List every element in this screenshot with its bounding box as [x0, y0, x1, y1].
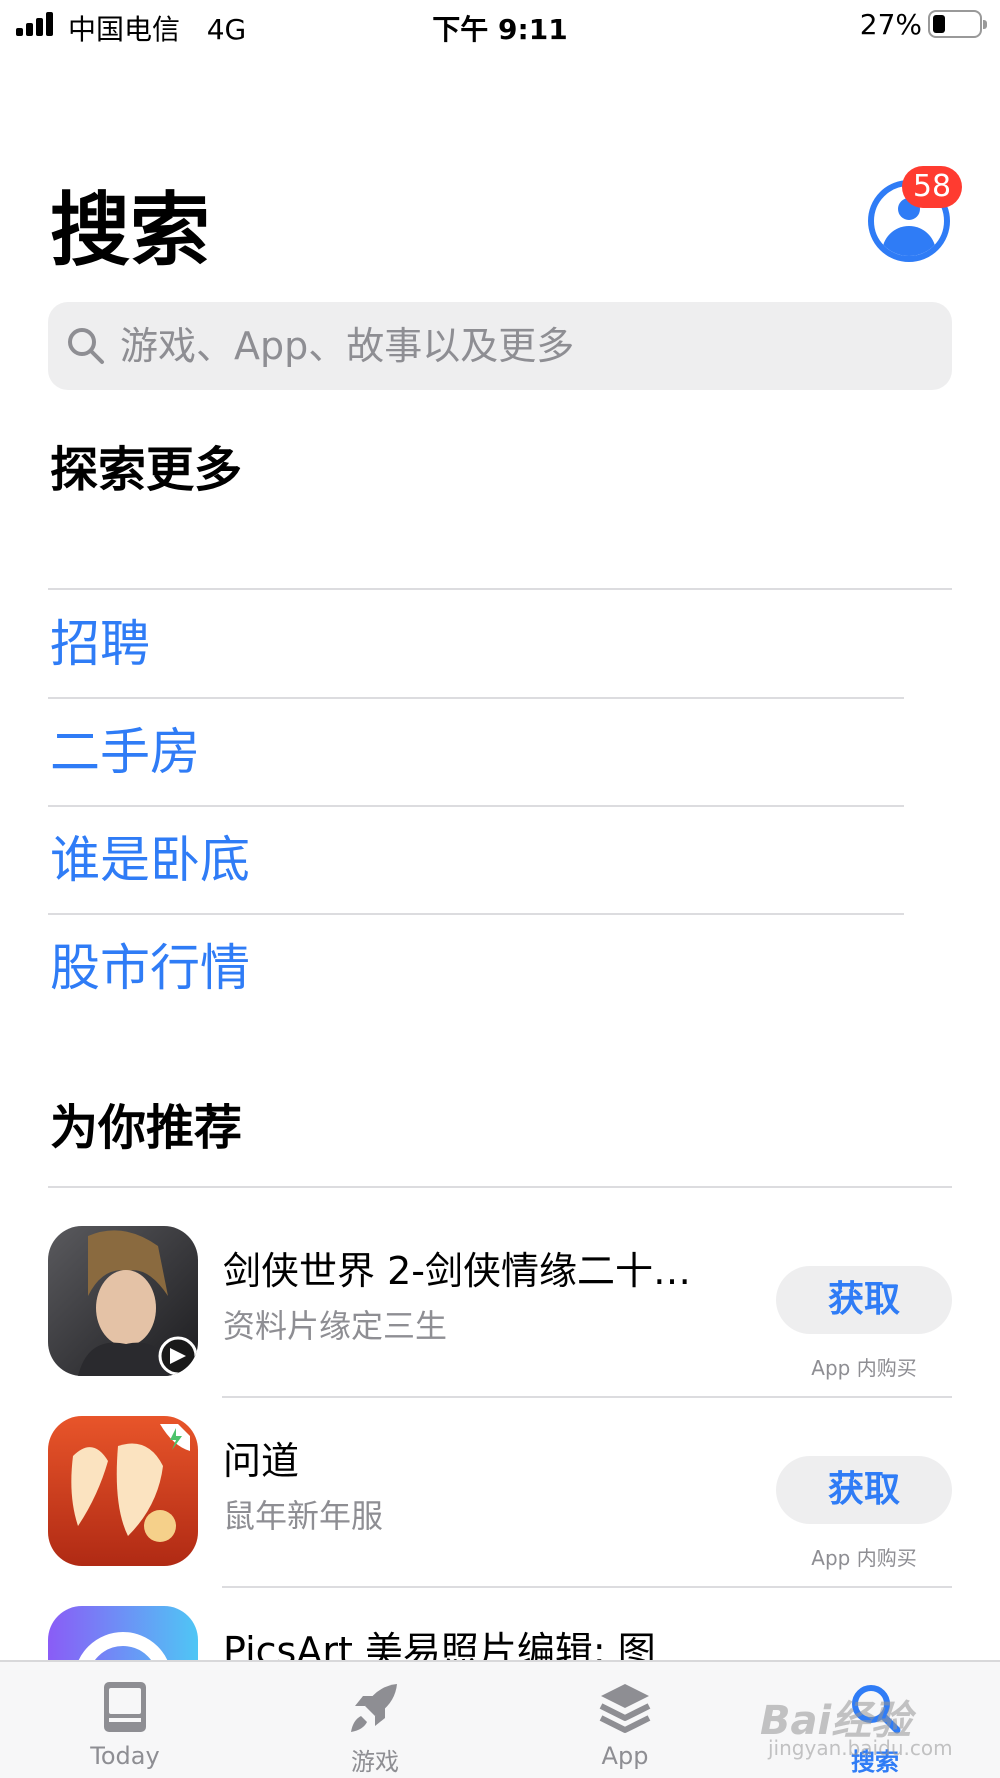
explore-item-label: 二手房 — [50, 723, 200, 781]
explore-item-housing[interactable]: 二手房 — [50, 698, 904, 804]
tab-games[interactable]: 游戏 — [250, 1662, 500, 1778]
app-row[interactable]: 问道 鼠年新年服 获取 App 内购买 — [48, 1416, 952, 1606]
section-title-explore: 探索更多 — [50, 442, 243, 498]
divider — [222, 1586, 952, 1588]
in-app-purchase-note: App 内购买 — [811, 1546, 917, 1570]
tab-label: Today — [90, 1742, 160, 1770]
search-icon — [68, 328, 104, 364]
app-subtitle: 资料片缘定三生 — [223, 1307, 448, 1345]
rocket-icon — [351, 1684, 397, 1732]
tab-label: App — [601, 1742, 649, 1770]
app-row[interactable]: 剑侠世界 2-剑侠情缘二十… 资料片缘定三生 获取 App 内购买 — [48, 1226, 952, 1416]
status-bar: 中国电信 4G 下午 9:11 27% — [0, 0, 1000, 50]
tab-label: 游戏 — [351, 1748, 399, 1776]
status-time: 下午 9:11 — [432, 13, 568, 46]
search-input[interactable] — [120, 302, 940, 390]
tab-today[interactable]: Today — [0, 1662, 250, 1778]
get-button[interactable]: 获取 — [776, 1456, 952, 1524]
today-icon — [104, 1682, 146, 1732]
picsart-icon[interactable] — [48, 1606, 198, 1660]
app-name: 问道 — [223, 1439, 300, 1483]
notification-badge: 58 — [902, 166, 962, 208]
divider — [222, 1396, 952, 1398]
watermark-url: jingyan.baidu.com — [768, 1736, 953, 1760]
explore-item-undercover[interactable]: 谁是卧底 — [50, 806, 904, 912]
explore-item-label: 招聘 — [50, 615, 150, 673]
divider — [48, 1186, 952, 1188]
app-subtitle: 鼠年新年服 — [223, 1497, 384, 1535]
app-name: 剑侠世界 2-剑侠情缘二十… — [223, 1249, 691, 1293]
in-app-purchase-note: App 内购买 — [811, 1356, 917, 1380]
explore-item-jobs[interactable]: 招聘 — [50, 590, 904, 696]
page-title: 搜索 — [50, 184, 210, 277]
search-field[interactable] — [48, 302, 952, 390]
app-name: PicsArt 美易照片编辑: 图 — [223, 1629, 656, 1660]
section-title-recommended: 为你推荐 — [50, 1100, 243, 1156]
battery-percent: 27% — [859, 8, 922, 41]
app-row[interactable]: PicsArt 美易照片编辑: 图 — [48, 1606, 952, 1660]
layers-icon — [599, 1684, 651, 1733]
wendao-game-icon[interactable] — [48, 1416, 198, 1566]
get-button[interactable]: 获取 — [776, 1266, 952, 1334]
battery-icon — [928, 10, 987, 38]
explore-item-label: 股市行情 — [50, 939, 250, 997]
explore-item-stocks[interactable]: 股市行情 — [50, 914, 904, 1020]
explore-item-label: 谁是卧底 — [50, 831, 250, 889]
tab-apps[interactable]: App — [500, 1662, 750, 1778]
game-warrior-icon[interactable] — [48, 1226, 198, 1376]
